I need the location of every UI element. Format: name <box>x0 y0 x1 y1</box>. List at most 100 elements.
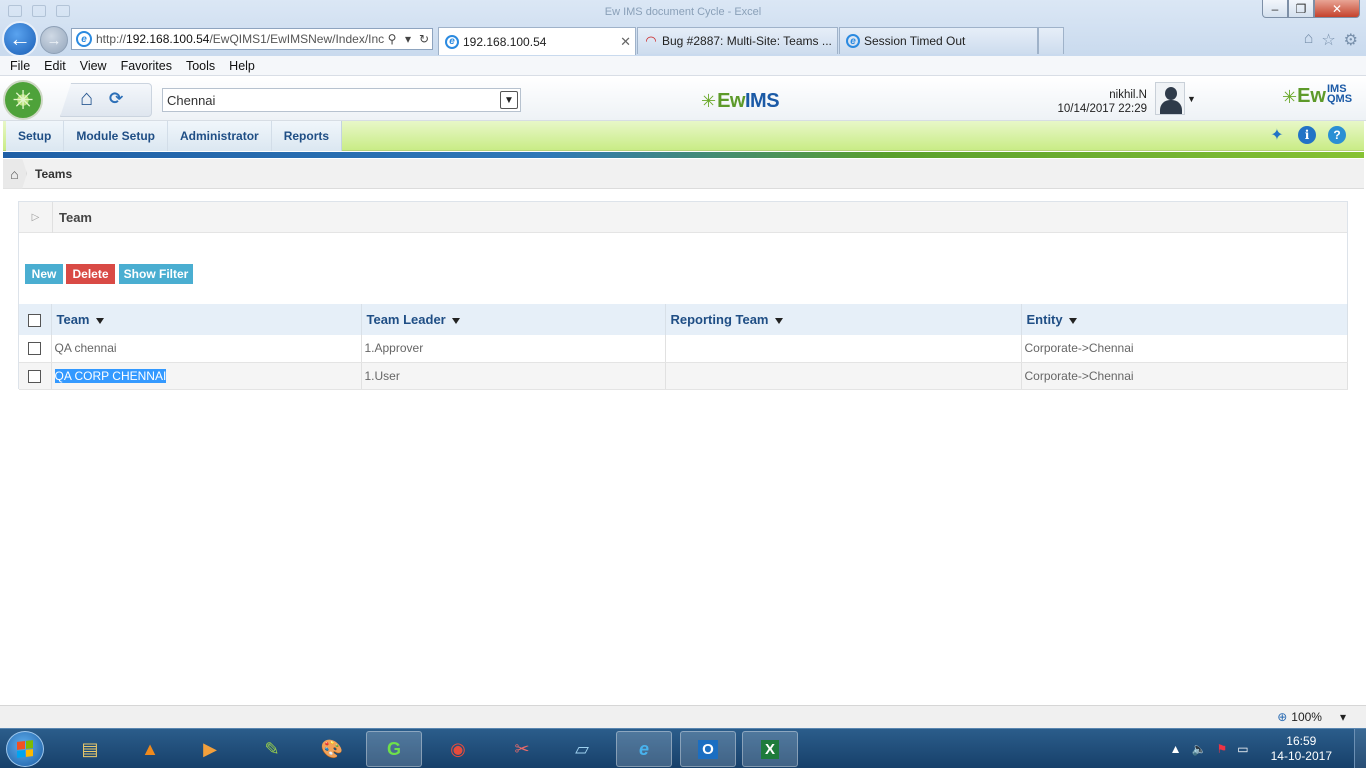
favorites-star-icon[interactable]: ☆ <box>1321 30 1335 50</box>
windows-logo-icon <box>17 740 33 758</box>
sort-caret-icon[interactable] <box>1068 317 1077 324</box>
home-icon[interactable]: ⌂ <box>1304 30 1314 50</box>
settings-gear-icon[interactable]: ⚙ <box>1344 30 1358 50</box>
logo-star-icon: ✳ <box>701 90 717 111</box>
main-nav-items: Setup Module Setup Administrator Reports <box>6 121 343 151</box>
chevron-down-icon[interactable]: ▼ <box>500 91 518 109</box>
refresh-page-icon[interactable]: ↻ <box>416 32 432 46</box>
cell-team[interactable]: QA CORP CHENNAI <box>51 362 362 390</box>
logo-ew: Ew <box>717 89 745 112</box>
show-desktop-button[interactable] <box>1354 729 1366 768</box>
taskbar: ▤ ▲ ▶ ✎ 🎨 G ◉ ✂ ▱ e O X ▲ 🔈 ⚑ ▭ 16:59 14… <box>0 728 1366 768</box>
refresh-icon[interactable]: ⟳ <box>109 90 127 108</box>
greenshot-icon[interactable]: G <box>366 731 422 767</box>
address-url[interactable]: http://192.168.100.54/EwQIMS1/EwIMSNew/I… <box>96 32 384 46</box>
file-explorer-icon[interactable]: ▤ <box>62 731 118 767</box>
ie-icon: e <box>445 34 459 49</box>
ewqms-logo: ✳ Ew IMS QMS <box>1282 84 1352 108</box>
network-icon[interactable]: ▭ <box>1237 742 1248 756</box>
zoom-control[interactable]: ⊕ 100% ▾ <box>1277 710 1346 724</box>
notes-app-icon[interactable]: ✎ <box>244 731 300 767</box>
column-header-team[interactable]: Team <box>51 304 362 335</box>
nav-setup[interactable]: Setup <box>6 121 65 151</box>
nav-module-setup[interactable]: Module Setup <box>64 121 169 151</box>
menu-favorites[interactable]: Favorites <box>114 59 179 73</box>
select-all-checkbox[interactable] <box>28 314 42 328</box>
site-select[interactable]: Chennai ▼ <box>162 88 521 112</box>
browser-tab-3[interactable]: e Session Timed Out <box>839 27 1038 54</box>
caret-down-icon[interactable]: ▼ <box>1187 94 1196 104</box>
table-row[interactable]: QA chennai 1.Approver Corporate->Chennai <box>19 335 1348 363</box>
row-checkbox[interactable] <box>28 342 42 356</box>
column-label: Reporting Team <box>670 312 769 327</box>
home-icon[interactable]: ⌂ <box>80 87 100 109</box>
browser-status-bar: ⊕ 100% ▾ <box>0 705 1366 728</box>
url-host: 192.168.100.54 <box>126 32 210 46</box>
media-player-icon[interactable]: ▶ <box>182 731 238 767</box>
nav-administrator[interactable]: Administrator <box>168 121 272 151</box>
volume-icon[interactable]: 🔈 <box>1192 742 1207 756</box>
sort-caret-icon[interactable] <box>451 317 460 324</box>
ewims-logo: ✳ Ew IMS <box>701 89 780 113</box>
cell-team[interactable]: QA chennai <box>51 335 362 363</box>
tray-icons: ▲ 🔈 ⚑ ▭ <box>1170 742 1249 756</box>
back-button[interactable]: ← <box>2 21 38 57</box>
expand-arrow-icon[interactable]: ▷ <box>19 202 53 233</box>
user-info: nikhil.N 10/14/2017 22:29 <box>1057 88 1147 116</box>
excel-icon[interactable]: X <box>742 731 798 767</box>
address-bar[interactable]: e http://192.168.100.54/EwQIMS1/EwIMSNew… <box>71 28 433 50</box>
taskbar-clock[interactable]: 16:59 14-10-2017 <box>1271 734 1332 764</box>
vlc-icon[interactable]: ▲ <box>122 731 178 767</box>
menu-edit[interactable]: Edit <box>37 59 73 73</box>
outlook-icon[interactable]: O <box>680 731 736 767</box>
row-select-cell <box>19 335 52 363</box>
start-button[interactable] <box>6 731 44 767</box>
security-flag-icon[interactable]: ⚑ <box>1217 742 1228 756</box>
sort-caret-icon[interactable] <box>95 317 104 324</box>
close-tab-icon[interactable]: ✕ <box>620 34 631 50</box>
maximize-button[interactable]: ❐ <box>1288 0 1314 18</box>
notepad-icon[interactable]: ▱ <box>554 731 610 767</box>
row-checkbox[interactable] <box>28 369 42 383</box>
sort-caret-icon[interactable] <box>774 317 783 324</box>
main-nav: Setup Module Setup Administrator Reports… <box>3 121 1364 151</box>
help-icon[interactable]: ? <box>1328 126 1346 144</box>
delete-button[interactable]: Delete <box>66 264 115 284</box>
column-header-entity[interactable]: Entity <box>1021 304 1348 335</box>
paint-icon[interactable]: 🎨 <box>304 731 360 767</box>
row-select-cell <box>19 362 52 390</box>
menu-help[interactable]: Help <box>222 59 262 73</box>
browser-tab-2[interactable]: ◠ Bug #2887: Multi-Site: Teams ... <box>637 27 838 54</box>
tray-expand-icon[interactable]: ▲ <box>1170 742 1182 756</box>
avatar[interactable] <box>1155 82 1185 115</box>
internet-explorer-icon[interactable]: e <box>616 731 672 767</box>
breadcrumb-current: Teams <box>35 166 73 181</box>
menu-file[interactable]: File <box>3 59 37 73</box>
logo-qms-stack: IMS QMS <box>1327 84 1352 105</box>
chrome-icon[interactable]: ◉ <box>430 731 486 767</box>
browser-tab-1[interactable]: e 192.168.100.54 ✕ <box>438 27 636 55</box>
search-icon[interactable]: ⚲ <box>384 32 400 46</box>
pin-icon[interactable]: ✦ <box>1268 126 1286 144</box>
snipping-tool-icon[interactable]: ✂ <box>494 731 550 767</box>
app-logo-icon: ✳ <box>3 80 43 120</box>
table-row[interactable]: QA CORP CHENNAI 1.User Corporate->Chenna… <box>19 362 1348 390</box>
menu-view[interactable]: View <box>73 59 114 73</box>
info-icon[interactable]: i <box>1298 126 1316 144</box>
nav-reports[interactable]: Reports <box>272 121 341 151</box>
minimize-button[interactable]: – <box>1262 0 1288 18</box>
selected-team-text[interactable]: QA CORP CHENNAI <box>54 368 167 383</box>
clock-date: 14-10-2017 <box>1270 749 1332 763</box>
menu-tools[interactable]: Tools <box>179 59 222 73</box>
forward-button[interactable]: → <box>40 26 68 54</box>
header-divider <box>3 152 1364 158</box>
column-header-reporting-team[interactable]: Reporting Team <box>665 304 1022 335</box>
address-dropdown-icon[interactable]: ▾ <box>400 32 416 46</box>
new-tab-button[interactable] <box>1038 27 1064 54</box>
show-filter-button[interactable]: Show Filter <box>119 264 193 284</box>
breadcrumb-home-icon[interactable]: ⌂ <box>3 158 27 189</box>
chevron-down-icon[interactable]: ▾ <box>1340 710 1346 724</box>
column-header-team-leader[interactable]: Team Leader <box>361 304 666 335</box>
new-button[interactable]: New <box>25 264 63 284</box>
close-window-button[interactable]: ✕ <box>1314 0 1360 18</box>
